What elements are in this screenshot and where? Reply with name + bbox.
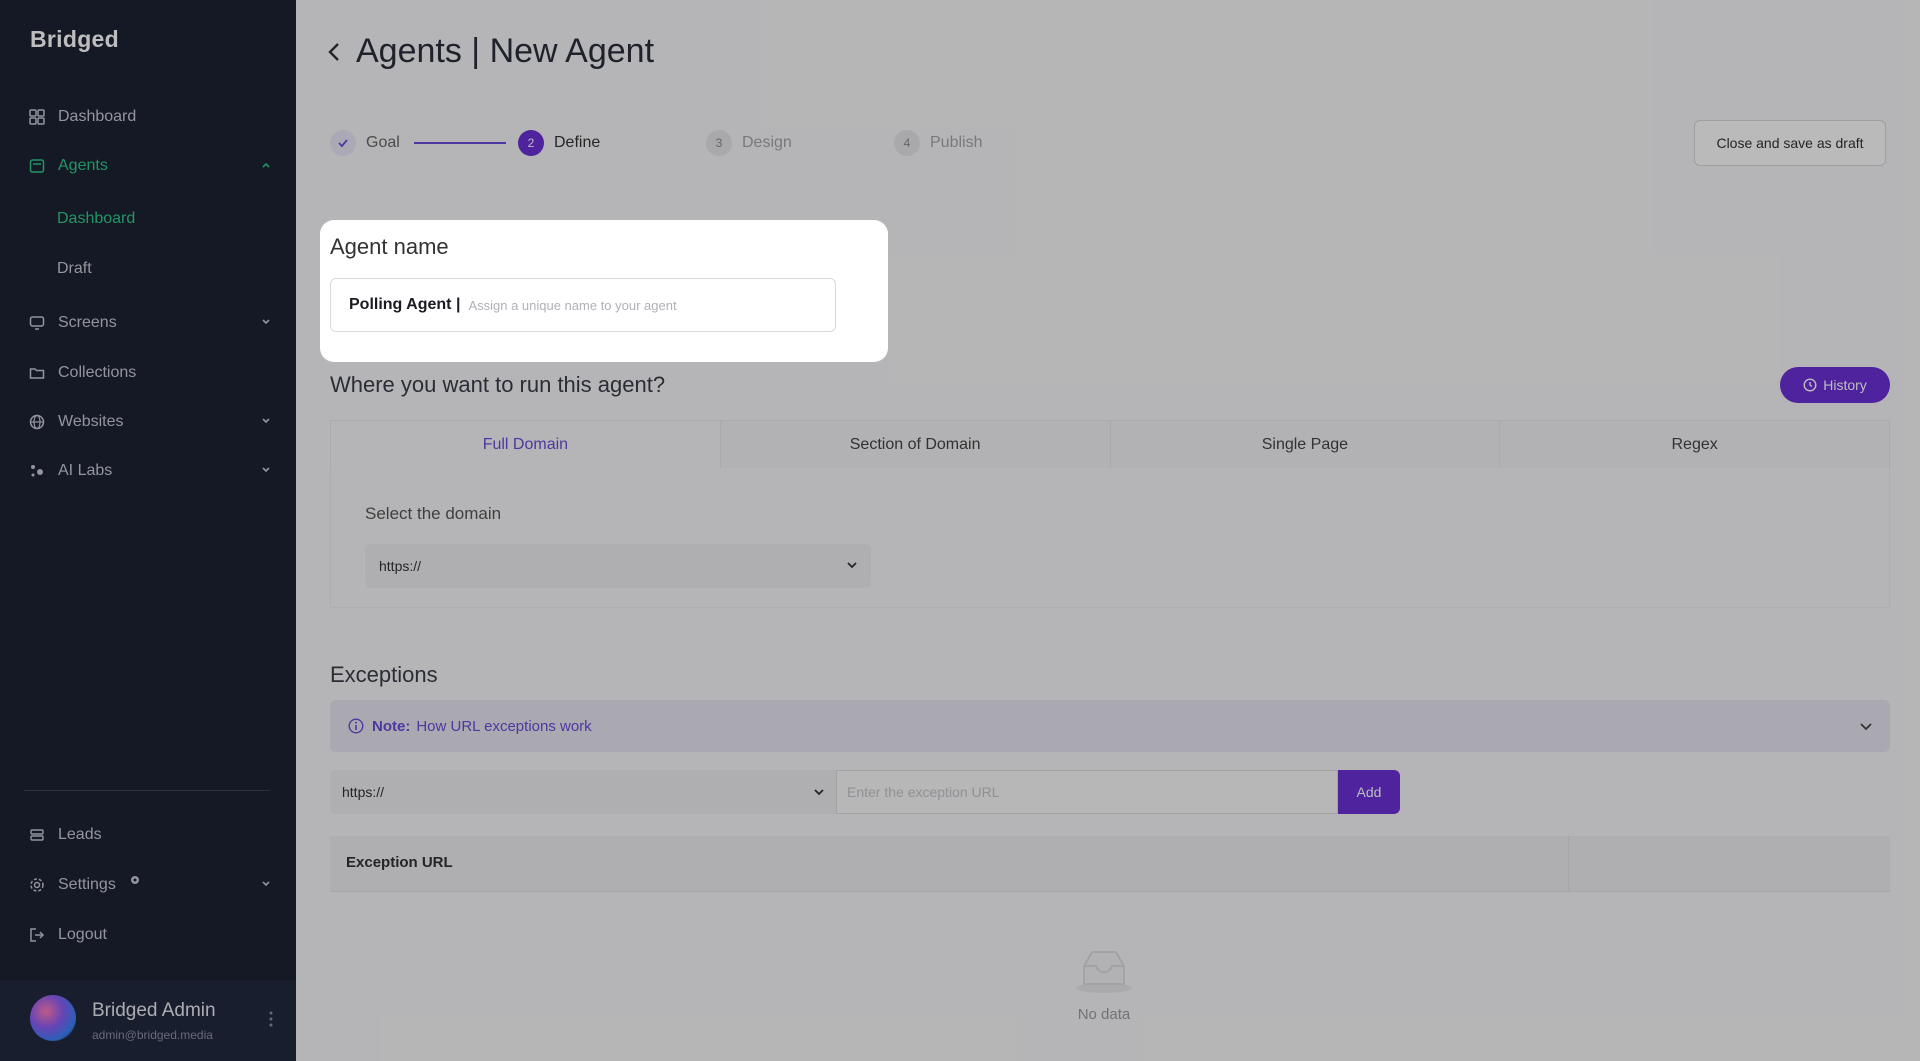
sidebar-item-logout[interactable]: Logout	[28, 920, 274, 950]
step-number: 3	[706, 130, 732, 156]
sidebar-item-label: Leads	[58, 826, 102, 843]
sidebar-item-ai-labs[interactable]: AI Labs	[28, 456, 274, 486]
chevron-down-icon[interactable]	[258, 462, 274, 478]
chevron-down-icon	[845, 558, 859, 572]
sidebar-item-label: Agents	[58, 157, 108, 174]
sidebar-item-collections[interactable]: Collections	[28, 358, 274, 388]
tab-single-page[interactable]: Single Page	[1111, 421, 1501, 468]
step-label: Goal	[366, 134, 400, 151]
step-design[interactable]: 3 Design	[706, 130, 792, 156]
tab-regex[interactable]: Regex	[1500, 421, 1889, 468]
app-logo[interactable]: Bridged	[30, 26, 119, 53]
step-label: Publish	[930, 134, 983, 151]
settings-badge-icon	[130, 872, 140, 884]
domain-select[interactable]: https://	[365, 544, 871, 588]
chevron-down-icon[interactable]	[258, 413, 274, 429]
sidebar-item-label: Screens	[58, 314, 117, 331]
exception-protocol-select[interactable]: https://	[330, 770, 836, 814]
folder-icon	[28, 364, 46, 382]
chevron-down-icon[interactable]	[1858, 718, 1874, 734]
logout-icon	[28, 926, 46, 944]
table-header: Exception URL	[330, 836, 1890, 892]
agent-name-label: Agent name	[330, 234, 449, 259]
sparkle-icon	[28, 462, 46, 480]
avatar[interactable]	[30, 995, 76, 1041]
sidebar-item-label: Settings	[58, 876, 116, 893]
sidebar-subitem-dashboard[interactable]: Dashboard	[57, 210, 135, 228]
sidebar-item-label: AI Labs	[58, 462, 113, 479]
step-define[interactable]: 2 Define	[518, 130, 600, 156]
globe-icon	[28, 413, 46, 431]
empty-state-text: No data	[1077, 1006, 1131, 1023]
step-label: Define	[554, 134, 601, 151]
check-icon	[330, 130, 356, 156]
note-link[interactable]: How URL exceptions work	[416, 718, 591, 735]
tab-panel: Select the domain https://	[330, 468, 1890, 608]
sidebar-item-label: Logout	[58, 926, 107, 943]
domain-select-value: https://	[379, 558, 422, 574]
chevron-down-icon[interactable]	[258, 314, 274, 330]
page-title: Agents | New Agent	[356, 32, 655, 70]
domain-label: Select the domain	[365, 504, 502, 523]
history-button[interactable]: History	[1780, 367, 1890, 403]
grid-icon	[28, 108, 46, 126]
run-location-tabs: Full Domain Section of Domain Single Pag…	[330, 420, 1890, 468]
info-icon	[348, 718, 364, 734]
step-label: Design	[742, 134, 792, 151]
sidebar-item-agents[interactable]: Agents	[28, 151, 274, 181]
agent-name-value: Polling Agent |	[349, 296, 461, 313]
user-email: admin@bridged.media	[92, 1028, 213, 1042]
screen-icon	[28, 314, 46, 332]
sidebar-divider	[24, 790, 270, 791]
sidebar-item-websites[interactable]: Websites	[28, 407, 274, 437]
save-draft-button[interactable]: Close and save as draft	[1694, 120, 1886, 166]
exceptions-table: Exception URL No data	[330, 836, 1890, 1061]
sidebar-item-label: Dashboard	[58, 108, 137, 125]
column-divider	[1568, 836, 1569, 892]
tab-section-of-domain[interactable]: Section of Domain	[721, 421, 1111, 468]
clock-icon	[1803, 378, 1817, 392]
leads-icon	[28, 826, 46, 844]
add-exception-button[interactable]: Add	[1338, 770, 1400, 814]
exception-url-input[interactable]: Enter the exception URL	[836, 770, 1338, 814]
more-vertical-icon[interactable]	[268, 1010, 274, 1028]
step-number: 4	[894, 130, 920, 156]
empty-inbox-icon	[1072, 946, 1136, 994]
main-content: Agents | New Agent Goal 2 Define 3 Desig…	[296, 0, 1920, 1061]
exceptions-note[interactable]: Note: How URL exceptions work	[330, 700, 1890, 752]
chevron-up-icon[interactable]	[258, 157, 274, 173]
agent-name-card: Agent name Polling Agent | Assign a uniq…	[320, 220, 888, 362]
agent-icon	[28, 157, 46, 175]
sidebar-item-screens[interactable]: Screens	[28, 308, 274, 338]
tab-full-domain[interactable]: Full Domain	[331, 421, 721, 468]
user-profile[interactable]: Bridged Admin admin@bridged.media	[0, 980, 296, 1061]
back-chevron-icon[interactable]	[326, 40, 342, 64]
agent-name-input[interactable]: Polling Agent | Assign a unique name to …	[330, 278, 836, 332]
stepper-connector	[414, 142, 506, 144]
step-publish[interactable]: 4 Publish	[894, 130, 982, 156]
user-name: Bridged Admin	[92, 1000, 216, 1021]
gear-icon	[28, 876, 46, 894]
column-header-exception-url: Exception URL	[346, 854, 453, 871]
sidebar: Bridged Dashboard Agents Dashboard Draft…	[0, 0, 296, 1061]
history-label: History	[1823, 377, 1867, 393]
protocol-value: https://	[342, 784, 385, 800]
agent-name-placeholder: Assign a unique name to your agent	[468, 297, 677, 313]
sidebar-item-label: Websites	[58, 413, 124, 430]
chevron-down-icon	[812, 785, 826, 799]
sidebar-item-dashboard[interactable]: Dashboard	[28, 102, 274, 132]
exceptions-title: Exceptions	[330, 662, 438, 687]
sidebar-item-label: Collections	[58, 364, 137, 381]
chevron-down-icon[interactable]	[258, 876, 274, 892]
sidebar-item-settings[interactable]: Settings	[28, 870, 274, 900]
sidebar-subitem-draft[interactable]: Draft	[57, 260, 92, 278]
step-goal[interactable]: Goal	[330, 130, 400, 156]
note-label: Note:	[372, 717, 411, 735]
sidebar-item-leads[interactable]: Leads	[28, 820, 274, 850]
run-location-title: Where you want to run this agent?	[330, 372, 666, 397]
step-number: 2	[518, 130, 544, 156]
